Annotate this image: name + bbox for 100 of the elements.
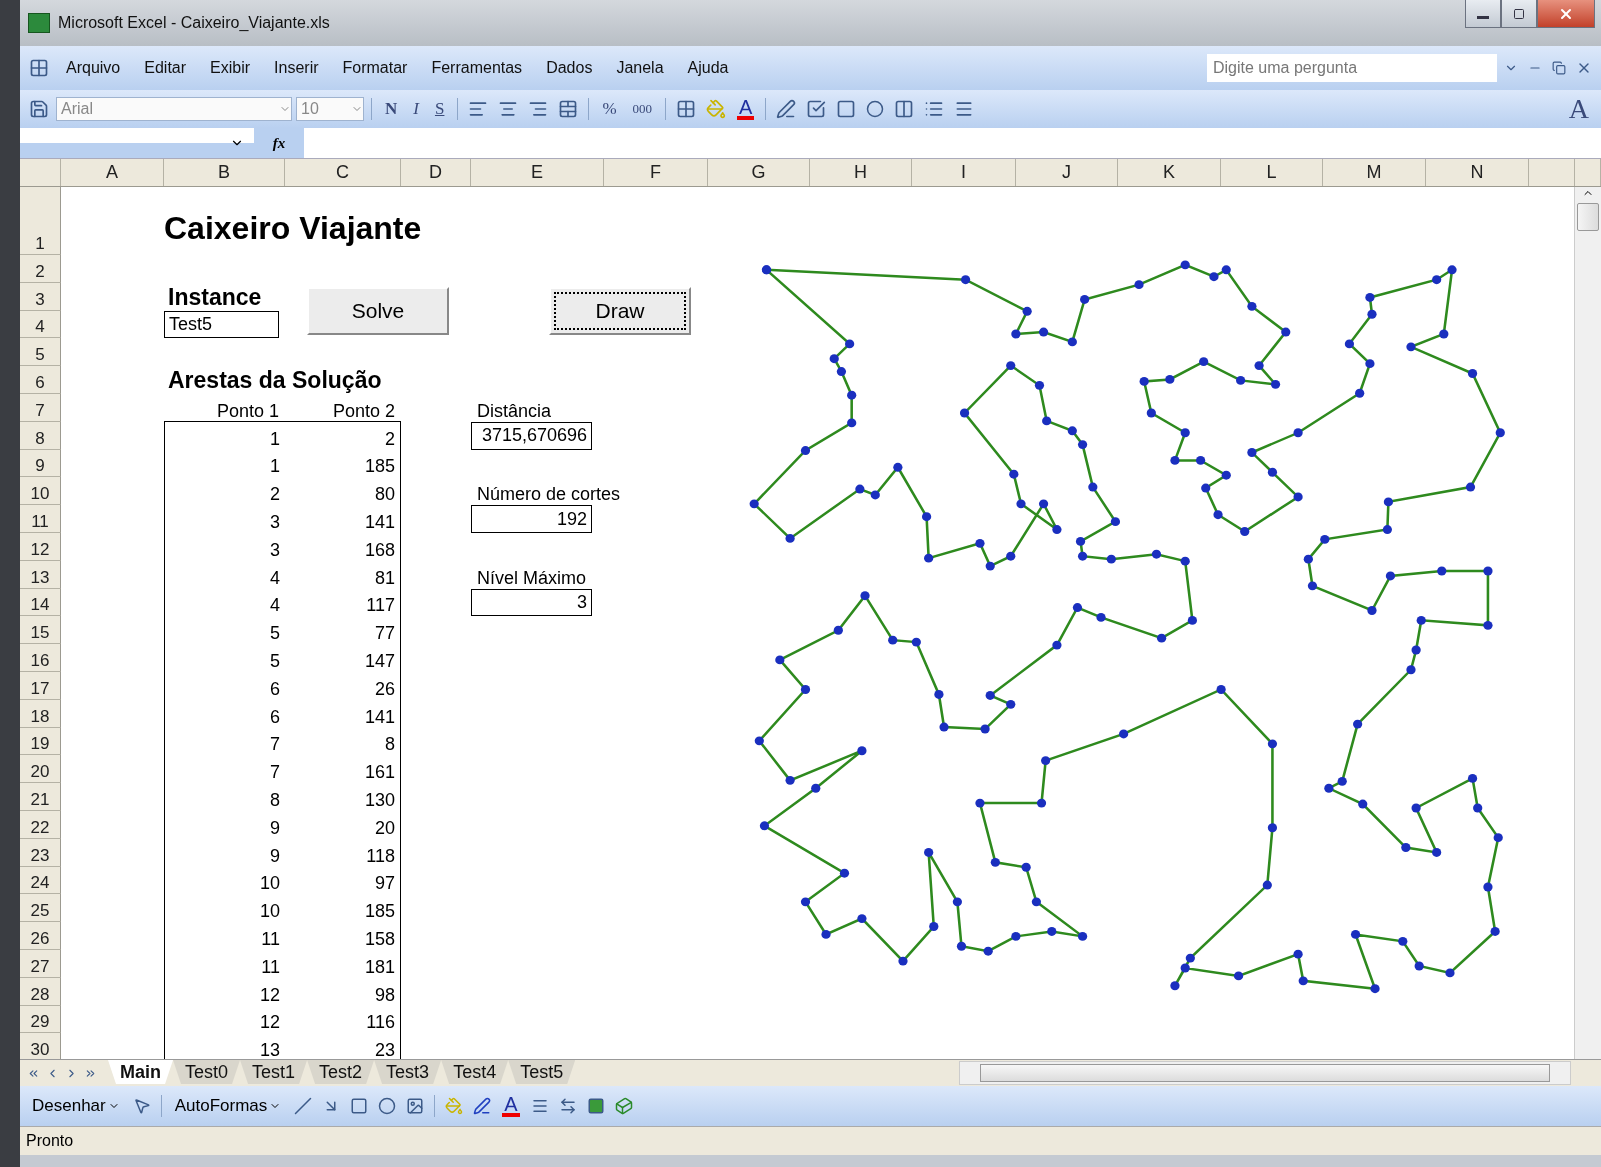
sheet-tab[interactable]: Test5 (508, 1060, 576, 1084)
stat-value: 3 (471, 588, 592, 617)
row-header[interactable]: 9 (20, 449, 61, 478)
table-cell-text: 6 (269, 678, 281, 700)
column-header[interactable]: A (61, 159, 164, 186)
sheet-tab[interactable]: Test2 (307, 1060, 375, 1084)
row-header[interactable]: 8 (20, 421, 61, 450)
row-header[interactable]: 23 (20, 838, 61, 867)
row-header[interactable]: 12 (20, 532, 61, 561)
row-header[interactable]: 6 (20, 366, 61, 394)
column-header[interactable]: K (1118, 159, 1221, 186)
italic-button[interactable]: I (407, 99, 425, 119)
scroll-thumb[interactable] (980, 1064, 1550, 1082)
table-cell-text: 141 (363, 511, 396, 533)
underline-button[interactable]: S (428, 99, 451, 119)
column-header[interactable]: H (810, 159, 912, 186)
row-header[interactable]: 21 (20, 783, 61, 811)
insert-function-button[interactable]: fx (254, 128, 304, 158)
menu-item[interactable]: Inserir (264, 55, 329, 81)
help-search-field[interactable]: Digite uma pergunta (1207, 54, 1497, 82)
column-header[interactable]: L (1221, 159, 1323, 186)
menu-item[interactable]: Formatar (332, 55, 418, 81)
row-header[interactable]: 11 (20, 505, 61, 533)
row-header[interactable]: 2 (20, 255, 61, 283)
row-header[interactable]: 14 (20, 588, 61, 617)
stat-value: 192 (471, 505, 592, 533)
row-header[interactable]: 17 (20, 671, 61, 700)
bold-button[interactable]: N (379, 99, 404, 119)
menu-item[interactable]: Janela (606, 55, 674, 81)
column-header[interactable]: D (401, 159, 471, 186)
row-header[interactable]: 10 (20, 477, 61, 506)
sheet-tab[interactable]: Test1 (240, 1060, 308, 1084)
column-header[interactable]: F (604, 159, 708, 186)
font-color-button[interactable]: A (502, 1095, 520, 1117)
row-header[interactable]: 18 (20, 699, 61, 728)
label-button[interactable]: A (1562, 93, 1595, 125)
menu-item[interactable]: Ferramentas (421, 55, 533, 81)
draw-menu-button[interactable]: Desenhar (26, 1095, 126, 1117)
draw-menu-label: Desenhar (32, 1096, 106, 1116)
row-header[interactable]: 20 (20, 755, 61, 784)
row-header[interactable]: 13 (20, 560, 61, 589)
menu-item[interactable]: Exibir (200, 55, 261, 81)
scroll-thumb[interactable] (1577, 203, 1599, 231)
macro-button[interactable]: Solve (307, 286, 449, 335)
row-header[interactable]: 4 (20, 310, 61, 339)
row-header[interactable]: 5 (20, 338, 61, 367)
column-header[interactable]: I (912, 159, 1016, 186)
font-color-button[interactable]: A (737, 98, 755, 120)
table-cell-text: 81 (373, 567, 396, 589)
sheet-tab[interactable]: Test4 (441, 1060, 509, 1084)
menu-item[interactable]: Editar (134, 55, 197, 81)
row-header[interactable]: 25 (20, 894, 61, 923)
table-cell-text: 158 (363, 928, 396, 950)
autoshapes-menu-button[interactable]: AutoFormas (168, 1095, 288, 1117)
column-header[interactable]: G (708, 159, 810, 186)
minimize-button[interactable] (1465, 0, 1501, 28)
vertical-scrollbar[interactable] (1574, 187, 1601, 1059)
menu-item[interactable]: Ajuda (677, 55, 739, 81)
percent-button[interactable]: % (596, 99, 623, 119)
menu-item[interactable]: Dados (536, 55, 603, 81)
column-label: Ponto 1 (215, 400, 280, 422)
row-header[interactable]: 3 (20, 282, 61, 311)
row-header[interactable]: 26 (20, 922, 61, 950)
row-header[interactable]: 7 (20, 394, 61, 422)
row-header[interactable]: 16 (20, 644, 61, 672)
column-header[interactable]: J (1016, 159, 1118, 186)
sheet-tab[interactable]: Main (108, 1060, 173, 1084)
sheet-tab[interactable]: Test0 (173, 1060, 241, 1084)
row-header[interactable]: 22 (20, 810, 61, 839)
column-header[interactable]: N (1426, 159, 1529, 186)
column-header[interactable]: B (164, 159, 285, 186)
row-header[interactable]: 19 (20, 727, 61, 756)
table-cell-text: 130 (363, 789, 396, 811)
macro-button[interactable]: Draw (549, 286, 691, 335)
row-header[interactable]: 29 (20, 1005, 61, 1034)
sheet-tab[interactable]: Test3 (374, 1060, 442, 1084)
row-header[interactable]: 24 (20, 866, 61, 895)
table-cell-text: 80 (373, 484, 396, 506)
row-header[interactable]: 1 (20, 187, 61, 255)
row-header[interactable]: 15 (20, 616, 61, 645)
table-cell-text: 13 (258, 1040, 281, 1059)
thousands-button[interactable]: 000 (626, 101, 659, 117)
close-button[interactable] (1537, 0, 1595, 28)
table-cell-text: 7 (269, 734, 281, 756)
column-header[interactable]: C (285, 159, 401, 186)
font-value: Arial (61, 100, 93, 118)
table-cell-text: 3 (269, 511, 281, 533)
instance-field[interactable]: Test5 (164, 310, 279, 339)
menu-item[interactable]: Arquivo (56, 55, 131, 81)
column-header[interactable]: E (471, 159, 604, 186)
row-header[interactable]: 27 (20, 949, 61, 978)
table-cell-text: 185 (363, 456, 396, 478)
column-header[interactable]: M (1323, 159, 1426, 186)
table-cell-text: 185 (363, 901, 396, 923)
row-header[interactable]: 28 (20, 977, 61, 1006)
maximize-button[interactable] (1501, 0, 1537, 28)
table-cell-text: 9 (269, 817, 281, 839)
instance-label: Instance (167, 283, 263, 311)
table-cell-text: 168 (363, 539, 396, 561)
horizontal-scrollbar[interactable] (959, 1061, 1571, 1085)
